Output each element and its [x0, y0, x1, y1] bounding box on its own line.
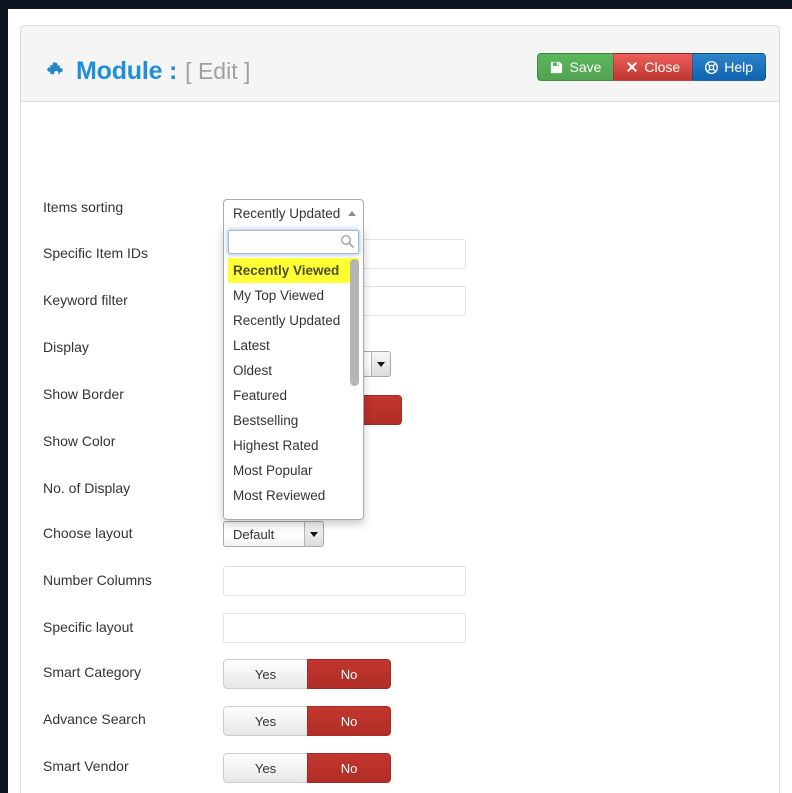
choose-layout-select[interactable]: Default — [223, 521, 324, 547]
display-select[interactable] — [361, 351, 391, 377]
dropdown-option[interactable]: My Top Viewed — [228, 283, 359, 308]
dropdown-option[interactable]: Most Popular — [228, 458, 359, 483]
label-items-sorting: Items sorting — [43, 199, 124, 215]
dropdown-option[interactable]: Highest Rated — [228, 433, 359, 458]
page-canvas: Module : [ Edit ] Save Close Help Items … — [8, 9, 792, 793]
chevron-down-icon — [304, 522, 323, 546]
label-advance-search: Advance Search — [43, 711, 146, 727]
lifebuoy-icon — [705, 60, 719, 74]
dropdown-option[interactable]: Oldest — [228, 358, 359, 383]
form-row-keyword-filter: Keyword filter — [21, 286, 779, 337]
close-button[interactable]: Close — [613, 53, 693, 81]
items-sorting-selected-value: Recently Updated — [233, 205, 341, 221]
label-keyword-filter: Keyword filter — [43, 292, 128, 308]
advance-search-no[interactable]: No — [307, 706, 391, 736]
page-title: Module : [ Edit ] — [45, 57, 250, 86]
help-button[interactable]: Help — [692, 53, 766, 81]
save-button-label: Save — [569, 59, 602, 75]
module-edit-panel: Module : [ Edit ] Save Close Help Items … — [20, 25, 780, 793]
form-row-smart-vendor: Smart Vendor Yes No — [21, 753, 779, 793]
floppy-disk-icon — [550, 61, 563, 74]
dropdown-search-input[interactable] — [228, 230, 359, 254]
form-row-specific-layout: Specific layout — [21, 613, 779, 664]
browser-viewport: Module : [ Edit ] Save Close Help Items … — [0, 0, 792, 793]
panel-header: Module : [ Edit ] Save Close Help — [21, 26, 779, 102]
advance-search-yes[interactable]: Yes — [223, 706, 307, 736]
close-button-label: Close — [644, 59, 681, 75]
form-row-smart-category: Smart Category Yes No — [21, 659, 779, 709]
save-button[interactable]: Save — [537, 53, 614, 81]
number-columns-input[interactable] — [223, 566, 466, 596]
help-button-label: Help — [724, 59, 753, 75]
form-row-items-sorting: Items sorting — [21, 197, 779, 244]
label-smart-vendor: Smart Vendor — [43, 758, 129, 774]
label-specific-layout: Specific layout — [43, 619, 134, 635]
header-button-group: Save Close Help — [537, 53, 766, 81]
smart-category-yes[interactable]: Yes — [223, 659, 307, 689]
smart-category-no[interactable]: No — [307, 659, 391, 689]
form-row-number-columns: Number Columns — [21, 566, 779, 617]
label-display: Display — [43, 339, 89, 355]
smart-vendor-yes[interactable]: Yes — [223, 753, 307, 783]
specific-layout-input[interactable] — [223, 613, 466, 643]
smart-vendor-no[interactable]: No — [307, 753, 391, 783]
items-sorting-dropdown-panel: Recently Viewed My Top Viewed Recently Upd… — [223, 226, 364, 520]
advance-search-toggle: Yes No — [223, 706, 391, 736]
form-row-no-of-display: No. of Display — [21, 478, 779, 525]
label-choose-layout: Choose layout — [43, 525, 133, 541]
items-sorting-dropdown: Recently Updated Recently Viewed My Top … — [223, 199, 364, 520]
dropdown-option-list[interactable]: Recently Viewed My Top Viewed Recently Upd… — [228, 258, 359, 514]
label-show-color: Show Color — [43, 433, 116, 449]
dropdown-option[interactable]: Bestselling — [228, 408, 359, 433]
form-row-display: Display — [21, 337, 779, 384]
dropdown-scrollbar[interactable] — [350, 259, 359, 513]
cross-icon — [626, 61, 638, 73]
form-row-choose-layout: Choose layout Default — [21, 521, 779, 570]
form-row-specific-item-ids: Specific Item IDs — [21, 239, 779, 290]
panel-title-mode: [ Edit ] — [185, 58, 251, 84]
label-specific-item-ids: Specific Item IDs — [43, 245, 149, 261]
chevron-up-icon — [348, 210, 356, 216]
smart-vendor-toggle: Yes No — [223, 753, 391, 783]
dropdown-option[interactable]: Recently Updated — [228, 308, 359, 333]
dropdown-option[interactable]: Featured — [228, 383, 359, 408]
dropdown-search-wrapper — [228, 230, 359, 254]
label-smart-category: Smart Category — [43, 664, 142, 680]
label-no-of-display: No. of Display — [43, 480, 131, 496]
form-row-advance-search: Advance Search Yes No — [21, 706, 779, 756]
panel-title-text: Module : — [76, 57, 178, 85]
dropdown-option[interactable]: Latest — [228, 333, 359, 358]
smart-category-toggle: Yes No — [223, 659, 391, 689]
label-show-border: Show Border — [43, 386, 124, 402]
choose-layout-value: Default — [233, 526, 275, 542]
dropdown-scrollbar-thumb[interactable] — [350, 259, 359, 386]
items-sorting-dropdown-trigger[interactable]: Recently Updated — [223, 199, 364, 226]
module-settings-form: Items sorting Specific Item IDs Keyword … — [21, 102, 779, 793]
form-row-show-color: Show Color — [21, 431, 779, 478]
puzzle-piece-icon — [45, 60, 69, 84]
label-number-columns: Number Columns — [43, 572, 152, 588]
chevron-down-icon — [371, 352, 390, 376]
dropdown-option[interactable]: Most Reviewed — [228, 483, 359, 508]
dropdown-option[interactable]: Recently Viewed — [228, 258, 359, 283]
